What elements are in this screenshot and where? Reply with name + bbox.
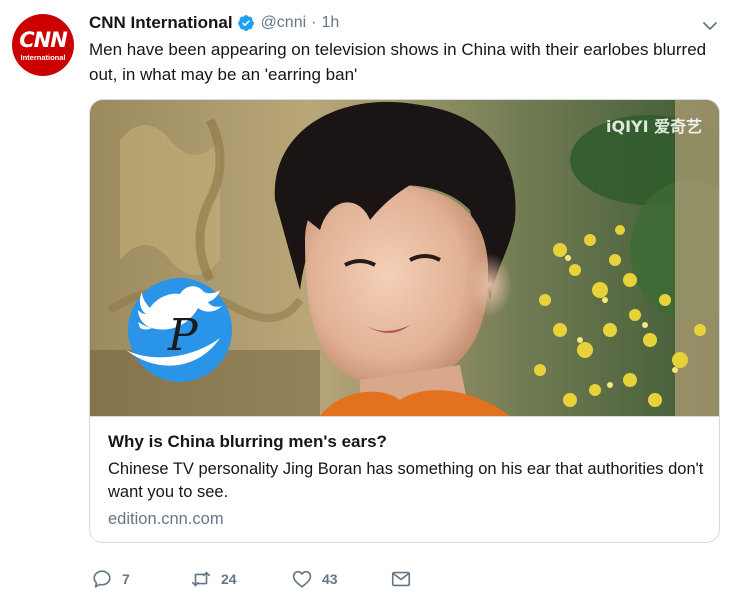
- tweet-text: Men have been appearing on television sh…: [89, 40, 707, 84]
- heart-icon: [292, 570, 312, 588]
- link-card[interactable]: iQIYI 爱奇艺 P Why is China blurring men's …: [89, 99, 720, 543]
- overlay-logo-letter: P: [167, 310, 199, 361]
- envelope-icon: [391, 571, 411, 587]
- reply-button[interactable]: 7: [91, 566, 130, 592]
- card-body[interactable]: Why is China blurring men's ears? Chines…: [90, 416, 719, 542]
- tweet-actions: 7 24 43: [89, 566, 709, 592]
- retweet-button[interactable]: 24: [190, 566, 237, 592]
- chevron-down-icon[interactable]: [700, 16, 720, 36]
- direct-message-button[interactable]: [390, 566, 412, 592]
- account-name[interactable]: CNN International: [89, 13, 233, 33]
- verified-badge-icon: [237, 15, 254, 31]
- card-watermark: iQIYI 爱奇艺: [606, 117, 702, 136]
- retweet-icon: [191, 571, 211, 587]
- reply-count: 7: [122, 571, 130, 587]
- tweet: CNN International CNN International @cnn…: [0, 0, 736, 597]
- tweet-header: CNN International @cnni · 1h: [89, 12, 339, 34]
- avatar-logo-text: CNN: [19, 28, 68, 52]
- retweet-count: 24: [221, 571, 237, 587]
- like-count: 43: [322, 571, 338, 587]
- card-domain[interactable]: edition.cnn.com: [108, 510, 224, 529]
- account-handle[interactable]: @cnni: [261, 14, 307, 32]
- avatar-logo-subtext: International: [20, 53, 66, 62]
- card-image: iQIYI 爱奇艺 P: [90, 100, 719, 416]
- card-title[interactable]: Why is China blurring men's ears?: [108, 432, 387, 452]
- tweet-timestamp[interactable]: 1h: [321, 14, 339, 32]
- like-button[interactable]: 43: [291, 566, 338, 592]
- avatar[interactable]: CNN International: [12, 14, 74, 76]
- reply-icon: [93, 570, 111, 588]
- separator-dot: ·: [311, 14, 317, 31]
- card-photo: iQIYI 爱奇艺 P: [90, 100, 719, 416]
- card-description: Chinese TV personality Jing Boran has so…: [108, 460, 704, 501]
